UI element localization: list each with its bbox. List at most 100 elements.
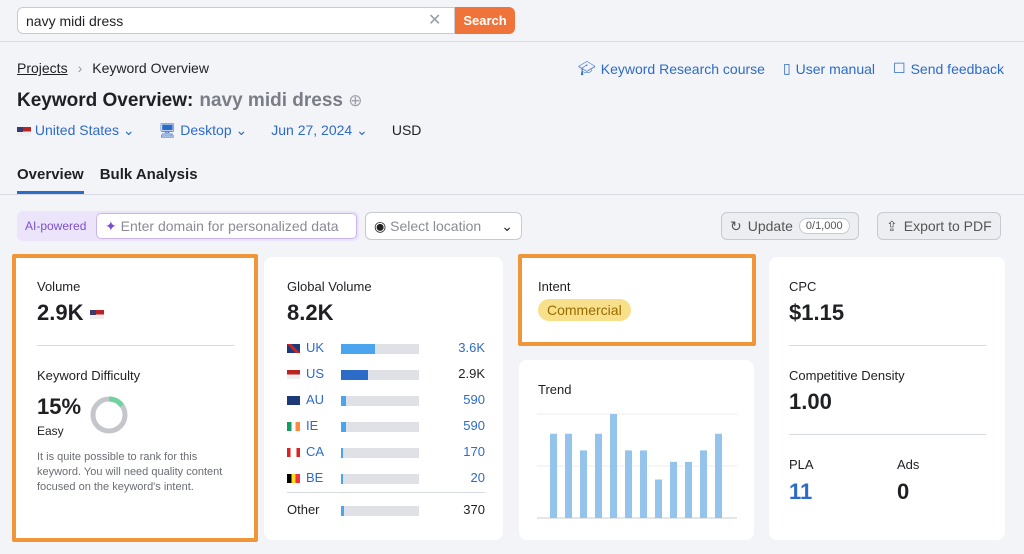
trend-bar[interactable] — [700, 450, 707, 518]
trend-bar[interactable] — [685, 461, 692, 518]
trend-bar[interactable] — [565, 433, 572, 518]
trend-bar[interactable] — [610, 414, 617, 518]
breadcrumb-current: Keyword Overview — [92, 60, 209, 76]
clear-icon[interactable]: ✕ — [428, 10, 441, 30]
global-volume-value: 8.2K — [287, 300, 334, 325]
gv-row-uk: UK 3.6K — [287, 340, 485, 356]
density-label: Competitive Density — [789, 368, 905, 383]
gv-bar — [341, 396, 419, 406]
page-title: Keyword Overview: navy midi dress ⊕ — [17, 90, 363, 112]
gv-row-us: US 2.9K — [287, 366, 485, 382]
filters: United States ⌄ 🖥︎ Desktop ⌄ Jun 27, 202… — [17, 122, 421, 139]
user-manual-link[interactable]: ▯ User manual — [783, 60, 875, 77]
trend-chart — [537, 413, 737, 519]
trend-bar[interactable] — [655, 479, 662, 518]
flag-icon — [287, 344, 300, 354]
search-button[interactable]: Search — [455, 7, 515, 34]
link-label: Keyword Research course — [600, 60, 765, 77]
us-flag-icon — [89, 309, 104, 319]
tabs: Overview Bulk Analysis — [17, 166, 198, 194]
export-pdf-button[interactable]: ⇪ Export to PDF — [877, 212, 1001, 240]
gv-row-au: AU 590 — [287, 392, 485, 408]
gv-country[interactable]: BE — [287, 470, 323, 485]
breadcrumb-projects[interactable]: Projects — [17, 60, 68, 76]
divider — [0, 194, 1024, 195]
flag-icon — [287, 396, 300, 406]
gv-value: 370 — [463, 502, 485, 517]
trend-bar[interactable] — [715, 433, 722, 518]
trend-bar[interactable] — [550, 433, 557, 518]
ads-value: 0 — [897, 479, 910, 504]
gv-bar — [341, 474, 419, 484]
gv-code: BE — [306, 470, 324, 485]
gv-value[interactable]: 170 — [463, 444, 485, 459]
volume-label: Volume — [37, 279, 81, 294]
send-feedback-link[interactable]: ☐ Send feedback — [893, 60, 1004, 77]
trend-bar[interactable] — [640, 450, 647, 518]
gv-value[interactable]: 3.6K — [458, 340, 485, 355]
update-button[interactable]: ↻ Update 0/1,000 — [721, 212, 859, 240]
tab-overview[interactable]: Overview — [17, 166, 84, 194]
gv-bar-fill — [341, 474, 344, 484]
gv-country: Other — [287, 502, 320, 517]
gv-code: IE — [306, 418, 319, 433]
cpc-label: CPC — [789, 279, 817, 294]
chevron-down-icon: ⌄ — [235, 122, 248, 138]
update-count: 0/1,000 — [798, 218, 850, 234]
location-select[interactable]: ◉ Select location ⌄ — [365, 212, 522, 240]
divider — [789, 434, 986, 435]
ai-powered-label: AI-powered — [25, 219, 87, 233]
refresh-icon: ↻ — [730, 217, 742, 234]
device-select[interactable]: 🖥︎ Desktop ⌄ — [159, 122, 248, 139]
kd-donut — [90, 396, 128, 434]
gv-country[interactable]: IE — [287, 418, 318, 433]
country-select[interactable]: United States ⌄ — [17, 122, 135, 139]
device-label: Desktop — [180, 122, 232, 138]
flag-icon — [287, 422, 300, 432]
gv-code: AU — [306, 392, 325, 407]
add-plus-icon[interactable]: ⊕ — [348, 91, 362, 110]
gv-bar-fill — [341, 422, 347, 432]
trend-bar[interactable] — [625, 450, 632, 518]
domain-input[interactable]: ✦ Enter domain for personalized data — [96, 213, 357, 239]
gv-code: UK — [306, 340, 325, 355]
gv-value[interactable]: 20 — [471, 470, 485, 485]
gv-value[interactable]: 590 — [463, 418, 485, 433]
gv-bar — [341, 448, 419, 458]
date-select[interactable]: Jun 27, 2024 ⌄ — [271, 122, 368, 139]
currency-label: USD — [391, 122, 422, 138]
gv-row-other: Other 370 — [287, 502, 485, 518]
tab-bulk-analysis[interactable]: Bulk Analysis — [100, 166, 198, 194]
divider — [789, 345, 986, 346]
divider — [37, 345, 234, 346]
pla-value[interactable]: 11 — [789, 479, 812, 505]
gv-value[interactable]: 590 — [463, 392, 485, 407]
feedback-icon: ☐ — [893, 60, 906, 76]
search-input[interactable]: navy midi dress — [17, 7, 455, 34]
divider — [287, 492, 485, 493]
breadcrumb: Projects › Keyword Overview — [17, 60, 209, 76]
gv-value: 2.9K — [458, 366, 485, 381]
trend-bar[interactable] — [595, 433, 602, 518]
link-label: User manual — [795, 60, 876, 77]
export-label: Export to PDF — [903, 218, 992, 234]
intent-badge: Commercial — [538, 299, 631, 321]
flag-icon — [287, 370, 300, 380]
gv-country[interactable]: AU — [287, 392, 324, 407]
gv-bar-fill — [341, 506, 345, 516]
kd-label: Keyword Difficulty — [37, 368, 141, 383]
gv-country[interactable]: UK — [287, 340, 324, 355]
cpc-value: $1.15 — [789, 300, 845, 325]
desktop-icon: 🖥︎ — [158, 122, 177, 138]
date-label: Jun 27, 2024 — [271, 122, 353, 138]
trend-label: Trend — [538, 382, 572, 397]
gv-country[interactable]: CA — [287, 444, 324, 459]
gv-code: CA — [306, 444, 325, 459]
domain-placeholder: Enter domain for personalized data — [120, 218, 339, 234]
trend-bar[interactable] — [580, 450, 587, 518]
gv-country[interactable]: US — [287, 366, 324, 381]
update-label: Update — [747, 218, 793, 234]
trend-bar[interactable] — [670, 461, 677, 518]
gv-row-be: BE 20 — [287, 470, 485, 486]
keyword-course-link[interactable]: 🎓︎ Keyword Research course — [578, 60, 765, 77]
